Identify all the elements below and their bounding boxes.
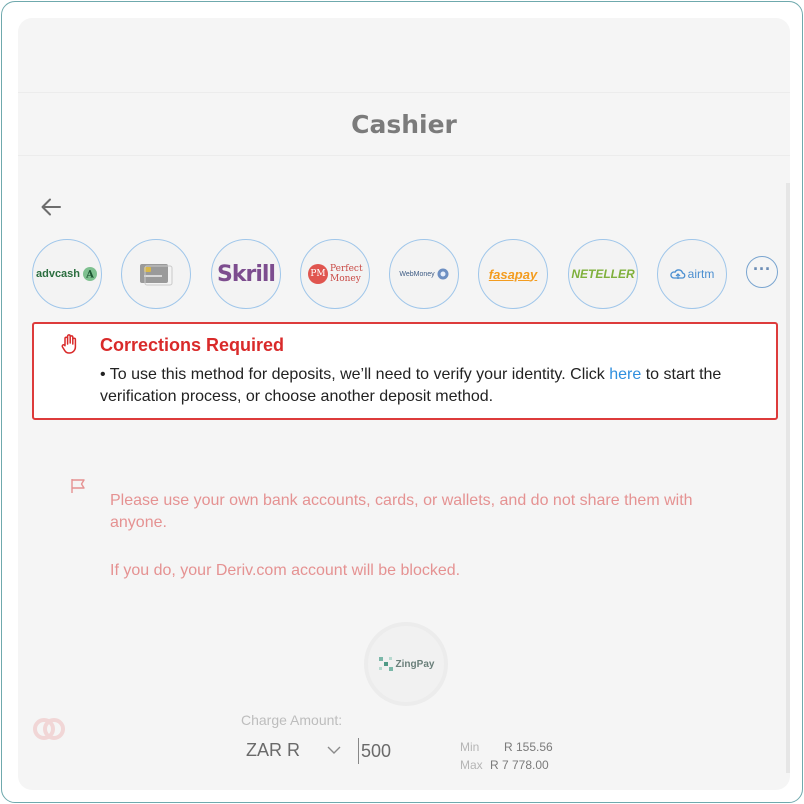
max-label: Max <box>460 758 483 772</box>
corrections-required-alert: Corrections Required • To use this metho… <box>32 322 778 420</box>
min-value: R 155.56 <box>504 740 553 754</box>
provider-zingpay: ZingPay <box>364 622 448 706</box>
page-title: Cashier <box>351 110 457 139</box>
verify-here-link[interactable]: here <box>609 366 641 383</box>
neteller-logo-icon: NETELLER <box>571 267 635 281</box>
chevron-down-icon[interactable] <box>327 745 341 755</box>
perfect-money-logo-icon: PM Perfect Money <box>308 264 363 284</box>
method-advcash-label: advcash <box>35 268 81 280</box>
method-perfect-money[interactable]: PM Perfect Money <box>300 239 370 309</box>
app-frame: Cashier advcash A Skrill PM Perfect Mone… <box>1 1 803 803</box>
zingpay-logo-icon <box>378 657 393 671</box>
alert-title: Corrections Required <box>100 335 285 355</box>
charge-amount-label: Charge Amount: <box>241 712 343 728</box>
min-label: Min <box>460 740 480 754</box>
method-fasapay[interactable]: fasapay <box>478 239 548 309</box>
header-divider-top <box>18 92 790 93</box>
amount-input[interactable] <box>358 738 418 764</box>
advcash-logo-icon: advcash A <box>36 266 98 282</box>
currency-select[interactable]: ZAR R <box>246 740 300 761</box>
hand-stop-icon <box>61 334 77 354</box>
brand-watermark-icon <box>33 718 65 740</box>
max-value: R 7 778.00 <box>490 758 549 772</box>
method-webmoney[interactable]: WebMoney <box>389 239 459 309</box>
scrollbar[interactable] <box>786 183 790 773</box>
perfect-money-label: Perfect Money <box>330 264 363 284</box>
perfect-money-badge: PM <box>308 264 328 284</box>
method-neteller[interactable]: NETELLER <box>568 239 638 309</box>
more-methods-button[interactable]: ··· <box>746 256 778 288</box>
skrill-logo-icon: Skrill <box>217 261 276 287</box>
method-skrill[interactable]: Skrill <box>211 239 281 309</box>
warning-line-1: Please use your own bank accounts, cards… <box>110 492 693 531</box>
header-divider-bottom <box>18 155 790 156</box>
webmoney-label: WebMoney <box>399 270 435 278</box>
provider-name: ZingPay <box>395 658 435 670</box>
method-advcash[interactable]: advcash A <box>32 239 102 309</box>
airtm-logo-icon: airtm <box>669 267 715 281</box>
back-arrow-icon[interactable] <box>38 194 66 222</box>
webmoney-logo-icon: WebMoney <box>399 268 449 280</box>
card-icon <box>140 264 173 286</box>
method-airtm[interactable]: airtm <box>657 239 727 309</box>
svg-text:A: A <box>85 270 94 281</box>
warning-line-2: If you do, your Deriv.com account will b… <box>110 562 461 579</box>
method-card[interactable] <box>121 239 191 309</box>
flag-icon <box>71 479 85 493</box>
airtm-label: airtm <box>687 267 715 281</box>
alert-message-prefix: • To use this method for deposits, we’ll… <box>100 366 610 383</box>
fasapay-logo-icon: fasapay <box>488 266 538 282</box>
alert-message: • To use this method for deposits, we’ll… <box>100 364 760 408</box>
cashier-sheet: Cashier advcash A Skrill PM Perfect Mone… <box>18 18 790 790</box>
